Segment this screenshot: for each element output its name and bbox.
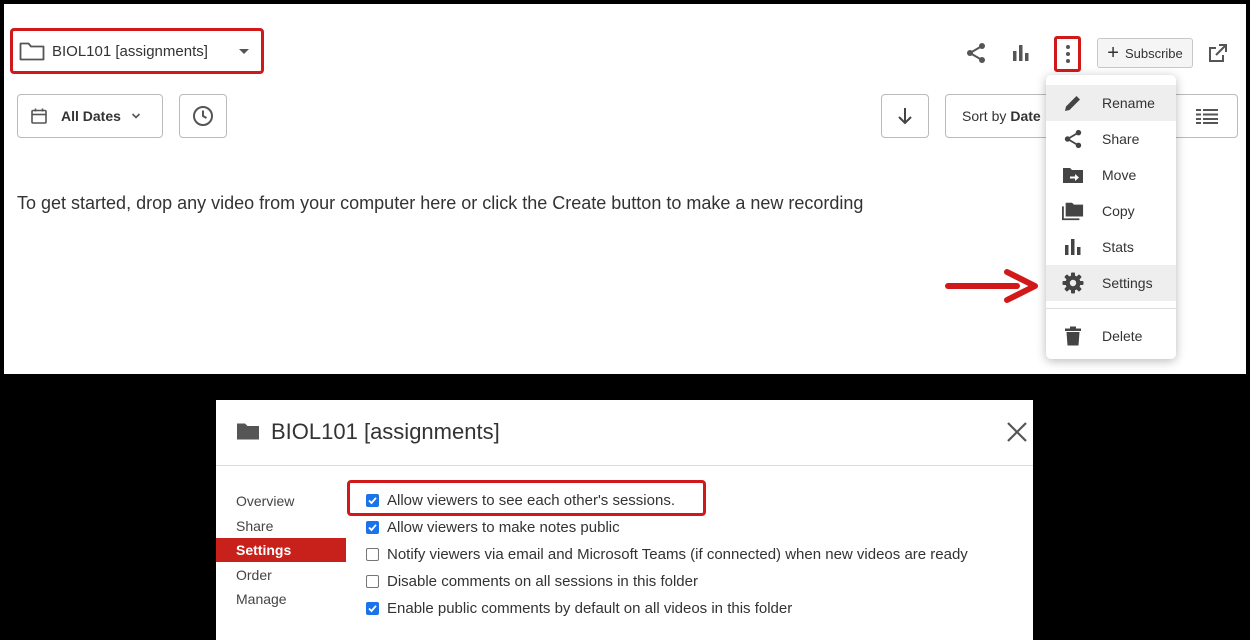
date-filter-dropdown[interactable]: All Dates [17,94,163,138]
more-options-button[interactable] [1054,36,1081,72]
menu-label: Delete [1102,328,1143,344]
menu-item-settings[interactable]: Settings [1046,265,1176,301]
menu-item-stats[interactable]: Stats [1046,229,1176,265]
sidebar-item-share[interactable]: Share [216,514,346,538]
option-allow-public-notes[interactable]: Allow viewers to make notes public [366,516,620,538]
arrow-down-icon [898,108,912,125]
subscribe-button[interactable]: + Subscribe [1097,38,1193,68]
bar-chart-icon [1013,45,1029,61]
menu-label: Settings [1102,275,1153,291]
sidebar-item-order[interactable]: Order [216,563,346,587]
recent-button[interactable] [179,94,227,138]
folder-actions-menu: Rename Share Move Copy Stats Settings De… [1046,75,1176,359]
menu-label: Stats [1102,239,1134,255]
folder-name: BIOL101 [assignments] [52,42,208,60]
close-icon[interactable] [1005,420,1029,444]
view-toggle-list[interactable] [1175,94,1238,138]
menu-item-rename[interactable]: Rename [1046,85,1176,121]
external-link-icon [1209,44,1227,62]
checkbox[interactable] [366,547,379,561]
sidebar-item-settings[interactable]: Settings [216,538,346,562]
menu-label: Copy [1102,203,1135,219]
option-label: Notify viewers via email and Microsoft T… [387,545,968,563]
empty-state-message: To get started, drop any video from your… [17,193,864,213]
chevron-down-icon [131,113,140,119]
menu-divider [1046,308,1176,309]
option-notify-viewers[interactable]: Notify viewers via email and Microsoft T… [366,543,968,565]
share-icon [967,43,985,63]
folder-selector[interactable]: BIOL101 [assignments] [10,28,264,74]
annotation-arrow [945,269,1038,303]
menu-label: Rename [1102,95,1155,111]
folder-icon [237,423,259,440]
dialog-title: BIOL101 [assignments] [271,419,500,444]
caret-down-icon [239,49,249,54]
folder-settings-dialog: BIOL101 [assignments] Overview Share Set… [216,400,1033,640]
menu-item-copy[interactable]: Copy [1046,193,1176,229]
trash-icon [1062,325,1084,347]
share-icon [1062,128,1084,150]
plus-icon: + [1107,42,1119,64]
share-button[interactable] [960,37,992,69]
sidebar-item-overview[interactable]: Overview [216,489,346,513]
option-label: Enable public comments by default on all… [387,599,793,617]
stats-button[interactable] [1005,37,1037,69]
more-vertical-icon [1065,45,1070,49]
list-view-icon [1195,109,1218,124]
option-disable-comments[interactable]: Disable comments on all sessions in this… [366,570,698,592]
checkbox[interactable] [366,601,379,615]
folder-view-panel: BIOL101 [assignments] + Subscribe All Da… [4,4,1246,374]
sidebar-item-manage[interactable]: Manage [216,587,346,611]
menu-item-delete[interactable]: Delete [1046,318,1176,354]
sort-direction-button[interactable] [881,94,929,138]
option-allow-see-sessions[interactable]: Allow viewers to see each other's sessio… [366,489,675,511]
copy-icon [1062,200,1084,222]
subscribe-label: Subscribe [1124,45,1183,61]
calendar-icon [31,108,47,124]
sort-value: Date [1010,108,1041,124]
checkbox[interactable] [366,520,379,534]
option-label: Disable comments on all sessions in this… [387,572,698,590]
pencil-icon [1062,92,1084,114]
menu-label: Move [1102,167,1137,183]
checkbox[interactable] [366,493,379,507]
sort-prefix: Sort by [962,108,1007,124]
open-external-button[interactable] [1202,37,1234,69]
menu-label: Share [1102,131,1140,147]
checkbox[interactable] [366,574,379,588]
folder-move-icon [1062,164,1084,186]
gear-icon [1062,272,1084,294]
menu-item-move[interactable]: Move [1046,157,1176,193]
dialog-header: BIOL101 [assignments] [216,400,1033,466]
option-label: Allow viewers to see each other's sessio… [387,491,675,509]
option-label: Allow viewers to make notes public [387,518,620,536]
date-filter-label: All Dates [61,108,121,124]
clock-icon [193,106,213,126]
stats-icon [1062,236,1084,258]
menu-item-share[interactable]: Share [1046,121,1176,157]
option-enable-public-comments[interactable]: Enable public comments by default on all… [366,597,792,619]
folder-outline-icon [19,42,45,61]
